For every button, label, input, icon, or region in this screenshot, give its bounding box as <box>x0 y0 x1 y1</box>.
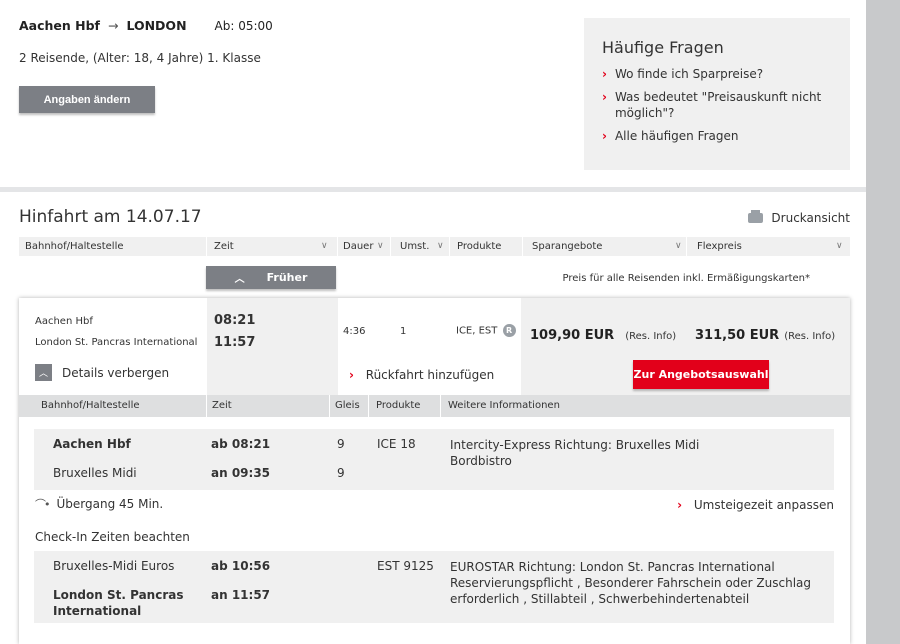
seg1-product: ICE 18 <box>377 437 416 451</box>
transfer-info: ⌒• Übergang 45 Min. <box>35 496 163 512</box>
results-title: Hinfahrt am 14.07.17 <box>19 207 202 227</box>
printer-icon <box>748 210 764 223</box>
saver-res-info-link[interactable]: (Res. Info) <box>625 331 676 342</box>
seg1-dep-station: Aachen Hbf <box>53 437 131 451</box>
chevron-right-icon: › <box>602 67 607 81</box>
seg2-dep-time: ab 10:56 <box>211 559 271 573</box>
col-flex[interactable]: Flexpreis <box>697 241 742 252</box>
faq-link-all[interactable]: › Alle häufigen Fragen <box>602 128 832 144</box>
chevron-right-icon: › <box>677 498 683 512</box>
det-col-platform: Gleis <box>335 400 360 411</box>
faq-link-label: Was bedeutet "Preisauskunft nicht möglic… <box>614 90 822 120</box>
reservation-icon[interactable]: R <box>502 324 516 337</box>
offer-selection-button[interactable]: Zur Angebotsauswahl <box>633 360 769 389</box>
conn-products: ICE, EST R <box>456 324 516 337</box>
flex-price[interactable]: 311,50 EUR (Res. Info) <box>695 324 835 343</box>
seg1-arr-time: an 09:35 <box>211 466 271 480</box>
route-to: LONDON <box>126 18 187 33</box>
saver-price-value: 109,90 EUR <box>530 328 615 343</box>
flex-price-value: 311,50 EUR <box>695 328 780 343</box>
conn-arr-time: 11:57 <box>214 335 256 350</box>
adjust-transfer-link[interactable]: › Umsteigezeit anpassen <box>677 498 834 512</box>
chevron-up-icon: ︿ <box>35 364 52 381</box>
chevron-down-icon[interactable]: ∨ <box>836 241 843 251</box>
segment-ice: Aachen Hbf ab 08:21 9 ICE 18 Intercity-E… <box>34 429 834 490</box>
earlier-button-label: Früher <box>266 271 308 284</box>
conn-duration: 4:36 <box>343 326 366 337</box>
details-toggle-label: Details verbergen <box>62 365 170 380</box>
flex-res-info-link[interactable]: (Res. Info) <box>784 331 835 342</box>
segment-eurostar: Bruxelles-Midi Euros ab 10:56 EST 9125 E… <box>34 551 834 623</box>
conn-to-station: London St. Pancras International <box>35 337 198 348</box>
chevron-down-icon[interactable]: ∨ <box>377 241 384 251</box>
faq-link-sparpreise[interactable]: › Wo finde ich Sparpreise? <box>602 66 832 82</box>
arrow-right-icon: → <box>107 18 119 33</box>
faq-box: Häufige Fragen › Wo finde ich Sparpreise… <box>584 18 850 170</box>
seg2-dep-station: Bruxelles-Midi Euros <box>53 559 175 573</box>
det-col-info: Weitere Informationen <box>448 400 560 411</box>
departure-time-label: Ab: 05:00 <box>214 19 273 33</box>
conn-dep-time: 08:21 <box>214 313 256 328</box>
results-panel: Hinfahrt am 14.07.17 Druckansicht Bahnho… <box>0 192 866 644</box>
price-note: Preis für alle Reisenden inkl. Ermäßigun… <box>562 273 810 284</box>
earlier-button[interactable]: ︿ Früher <box>206 266 336 289</box>
seg1-info-line: Bordbistro <box>450 454 512 468</box>
seg2-info: EUROSTAR Richtung: London St. Pancras In… <box>450 560 812 606</box>
det-col-time: Zeit <box>212 400 232 411</box>
chevron-right-icon: › <box>349 368 354 382</box>
saver-price[interactable]: 109,90 EUR (Res. Info) <box>530 324 676 343</box>
seg1-info: Intercity-Express Richtung: Bruxelles Mi… <box>450 437 820 469</box>
det-col-station: Bahnhof/Haltestelle <box>41 400 140 411</box>
walk-icon: ⌒• <box>35 498 50 511</box>
faq-link-label: Wo finde ich Sparpreise? <box>614 67 764 81</box>
col-products: Produkte <box>457 241 502 252</box>
conn-products-label: ICE, EST <box>456 325 498 337</box>
details-column-header: Bahnhof/Haltestelle Zeit Gleis Produkte … <box>19 395 850 417</box>
seg1-arr-station: Bruxelles Midi <box>53 466 137 480</box>
conn-changes: 1 <box>400 326 407 337</box>
transfer-label: Übergang 45 Min. <box>56 497 164 511</box>
traveller-summary: 2 Reisende, (Alter: 18, 4 Jahre) 1. Klas… <box>19 51 261 65</box>
seg1-dep-time: ab 08:21 <box>211 437 271 451</box>
change-search-button[interactable]: Angaben ändern <box>19 86 155 113</box>
route-from: Aachen Hbf <box>19 18 100 33</box>
details-toggle[interactable]: ︿ Details verbergen <box>35 364 169 381</box>
search-summary-panel: Aachen Hbf → LONDON Ab: 05:00 2 Reisende… <box>0 0 866 187</box>
route-summary: Aachen Hbf → LONDON Ab: 05:00 <box>19 18 273 33</box>
print-view-link[interactable]: Druckansicht <box>748 210 850 225</box>
det-col-products: Produkte <box>376 400 421 411</box>
faq-link-label: Alle häufigen Fragen <box>614 129 739 143</box>
seg2-arr-station: London St. Pancras International <box>53 588 184 618</box>
chevron-right-icon: › <box>602 90 607 104</box>
col-duration[interactable]: Dauer <box>343 241 373 252</box>
chevron-right-icon: › <box>602 129 607 143</box>
seg2-product: EST 9125 <box>377 559 434 573</box>
chevron-up-icon: ︿ <box>234 274 245 285</box>
seg1-dep-platform: 9 <box>337 437 345 451</box>
chevron-down-icon[interactable]: ∨ <box>321 241 328 251</box>
adjust-transfer-label: Umsteigezeit anpassen <box>693 498 834 512</box>
connection-summary[interactable]: Aachen Hbf London St. Pancras Internatio… <box>19 298 850 395</box>
col-time[interactable]: Zeit <box>214 241 234 252</box>
faq-title: Häufige Fragen <box>602 38 724 57</box>
col-changes[interactable]: Umst. <box>400 241 429 252</box>
chevron-down-icon[interactable]: ∨ <box>437 241 444 251</box>
seg1-info-line: Intercity-Express Richtung: Bruxelles Mi… <box>450 438 700 452</box>
seg2-arr-time: an 11:57 <box>211 588 271 602</box>
faq-link-preisauskunft[interactable]: › Was bedeutet "Preisauskunft nicht mögl… <box>602 89 832 121</box>
chevron-down-icon[interactable]: ∨ <box>675 241 682 251</box>
col-station: Bahnhof/Haltestelle <box>25 241 124 252</box>
right-gutter <box>866 0 900 644</box>
seg1-arr-platform: 9 <box>337 466 345 480</box>
conn-from-station: Aachen Hbf <box>35 316 93 327</box>
col-saver[interactable]: Sparangebote <box>532 241 602 252</box>
print-view-label: Druckansicht <box>771 211 850 225</box>
checkin-note: Check-In Zeiten beachten <box>35 530 190 544</box>
results-column-header: Bahnhof/Haltestelle Zeit ∨ Dauer ∨ Umst.… <box>19 237 850 256</box>
connection-card: Aachen Hbf London St. Pancras Internatio… <box>19 298 850 644</box>
add-return-link[interactable]: › Rückfahrt hinzufügen <box>349 368 494 382</box>
add-return-label: Rückfahrt hinzufügen <box>365 368 495 382</box>
